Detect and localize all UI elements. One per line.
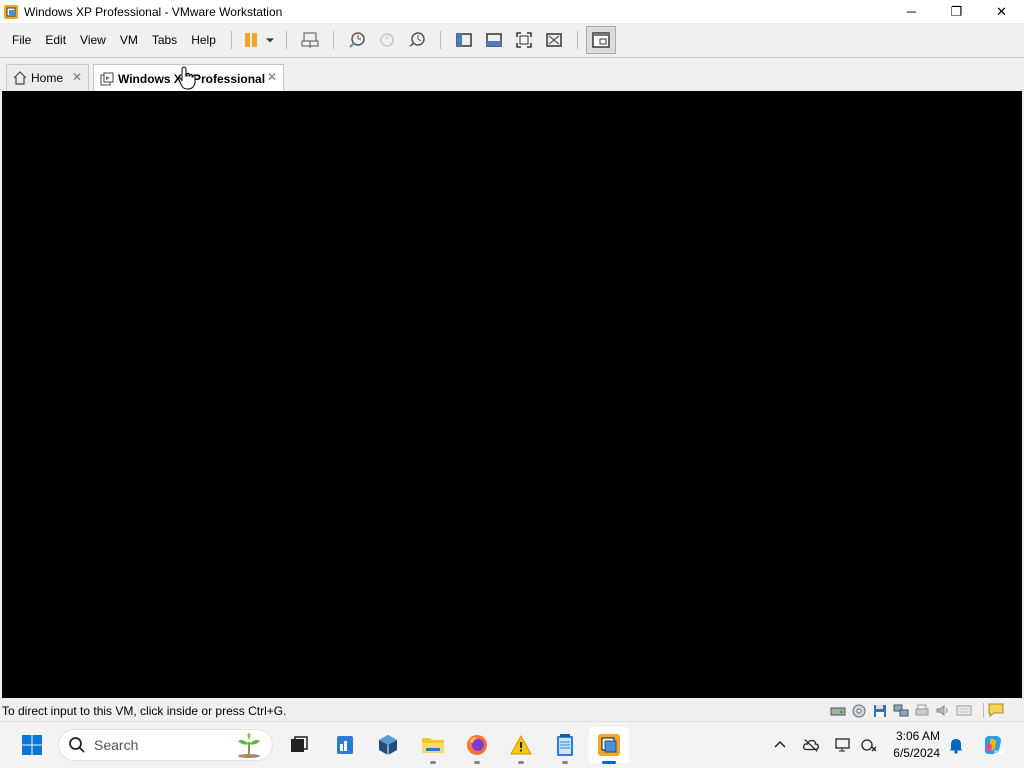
menu-vm[interactable]: VM [113,23,145,58]
network-icon [835,738,850,752]
taskbar-app-file-explorer[interactable] [418,730,448,764]
bell-icon [949,739,963,754]
toolbar-separator [230,31,232,49]
hard-disk-icon[interactable] [830,703,846,718]
unity-button[interactable] [539,26,569,54]
taskbar-app-blue-files[interactable] [330,730,360,760]
status-separator [983,703,984,718]
hand-cursor-icon [178,66,196,90]
menu-file[interactable]: File [5,23,38,58]
copilot-button[interactable]: PRE [981,733,1005,757]
cloud-offline-icon [803,739,819,752]
send-ctrl-alt-del-icon [301,32,319,48]
close-button[interactable]: ✕ [979,0,1024,23]
start-icon [22,735,42,755]
close-icon[interactable]: ✕ [267,70,277,84]
console-view-icon [592,32,610,48]
vmware-icon [4,4,18,19]
copilot-icon: PRE [984,735,1005,757]
file-explorer-icon-blue [337,736,353,754]
taskbar: Search 3:06 AM 6/5/2024 PRE [0,721,1024,768]
search-icon [69,737,85,753]
start-button[interactable] [17,730,47,760]
clock-time: 3:06 AM [895,729,940,743]
taskbar-app-vmware[interactable] [589,727,629,764]
volume-tray-icon[interactable] [860,736,878,754]
unity-icon [546,33,562,47]
search-highlight-icon [238,733,260,758]
take-snapshot-button[interactable] [342,26,372,54]
console-view-button[interactable] [585,26,616,54]
onedrive-tray-icon[interactable] [802,736,820,754]
cd-dvd-icon[interactable] [851,703,867,718]
svg-text:PRE: PRE [994,751,1005,757]
toolbar-separator [439,31,441,49]
task-view-icon [291,736,308,752]
floppy-icon[interactable] [872,703,888,718]
tab-home[interactable]: Home ✕ [6,64,89,91]
file-explorer-icon [422,738,444,753]
taskbar-app-warning[interactable] [506,730,536,764]
snapshot-revert-icon [380,33,394,47]
notepad-icon [557,734,573,756]
menu-view[interactable]: View [73,23,113,58]
clock[interactable]: 3:06 AM 6/5/2024 [893,728,940,762]
snapshot-manager-button[interactable] [402,26,432,54]
minimize-button[interactable]: ─ [889,0,934,23]
taskbar-search[interactable]: Search [58,729,273,761]
printer-icon[interactable] [914,703,930,718]
menu-toolbar: File Edit View VM Tabs Help [0,23,1024,58]
display-icon[interactable] [956,703,972,718]
tab-bar: Home ✕ Windows XP Professional ✕ [0,59,1024,92]
close-icon[interactable]: ✕ [72,70,82,84]
home-icon [13,71,27,85]
taskbar-app-firefox[interactable] [462,730,492,764]
window-title: Windows XP Professional - VMware Worksta… [24,4,283,19]
taskbar-app-virtualbox[interactable] [373,730,403,760]
maximize-button[interactable]: ❐ [934,0,979,23]
status-message: To direct input to this VM, click inside… [2,703,287,718]
toolbar-separator [332,31,334,49]
menu-help[interactable]: Help [184,23,223,58]
vm-display[interactable] [2,91,1022,698]
full-screen-icon [516,32,532,48]
network-tray-icon[interactable] [834,736,852,754]
network-adapter-icon[interactable] [893,703,909,718]
sound-card-icon[interactable] [935,703,951,718]
power-dropdown-button[interactable] [262,26,278,54]
volume-muted-icon [861,739,877,752]
send-ctrl-alt-del-button[interactable] [295,26,325,54]
firefox-icon [467,735,487,755]
thumbnail-bar-button[interactable] [479,26,509,54]
full-screen-button[interactable] [509,26,539,54]
toolbar-separator [576,31,578,49]
dropdown-arrow-icon [265,38,274,43]
tab-label: Home [31,71,64,85]
menu-tabs[interactable]: Tabs [145,23,184,58]
vmware-icon [598,734,620,756]
menu-edit[interactable]: Edit [38,23,73,58]
show-library-button[interactable] [449,26,479,54]
message-log-icon[interactable] [988,703,1004,717]
vm-icon [100,72,114,85]
pause-icon [244,33,257,47]
status-bar: To direct input to this VM, click inside… [0,700,1024,721]
revert-snapshot-button[interactable] [372,26,402,54]
title-bar: Windows XP Professional - VMware Worksta… [0,0,1024,23]
pause-button[interactable] [240,26,262,54]
taskbar-app-notepad[interactable] [550,730,580,764]
show-library-icon [456,33,472,47]
notifications-button[interactable] [947,736,965,754]
clock-date: 6/5/2024 [893,746,940,760]
warning-app-icon [510,734,532,755]
task-view-button[interactable] [284,730,314,760]
snapshot-take-icon [349,32,365,48]
virtualbox-icon [379,735,397,755]
snapshot-manager-icon [409,32,425,47]
chevron-up-icon [774,740,786,748]
toolbar-separator [285,31,287,49]
show-hidden-icons-button[interactable] [771,736,789,754]
search-placeholder: Search [94,737,139,753]
thumbnail-bar-icon [486,33,502,47]
